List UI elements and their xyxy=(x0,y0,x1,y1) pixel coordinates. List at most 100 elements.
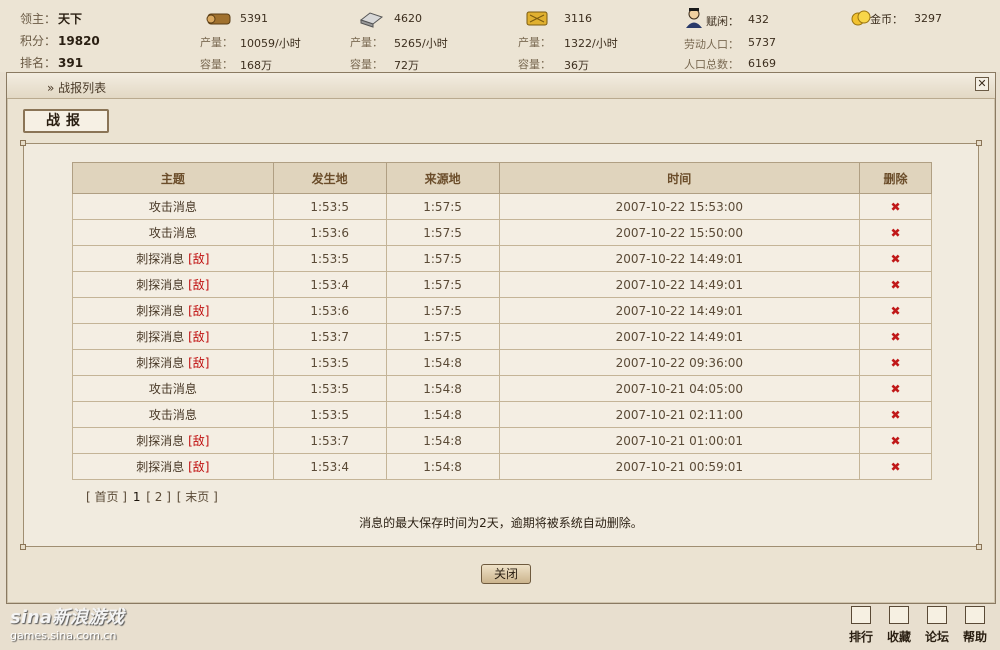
delete-icon[interactable]: ✖ xyxy=(891,408,901,422)
favorites-button[interactable]: 收藏 xyxy=(884,606,914,645)
folder-icon xyxy=(889,606,909,624)
source-cell: 1:54:8 xyxy=(385,401,500,428)
report-table: 主题 发生地 来源地 时间 删除 攻击消息 1:53:5 1:57:5 2007-1… xyxy=(72,162,932,480)
delete-cell[interactable]: ✖ xyxy=(859,375,932,402)
subject-cell[interactable]: 刺探消息 [敌] xyxy=(72,245,274,272)
source-cell: 1:54:8 xyxy=(385,375,500,402)
subject-link[interactable]: 刺探消息 xyxy=(136,460,184,474)
rank-label: 排名： xyxy=(20,56,57,70)
delete-cell[interactable]: ✖ xyxy=(859,453,932,480)
delete-cell[interactable]: ✖ xyxy=(859,245,932,272)
delete-icon[interactable]: ✖ xyxy=(891,382,901,396)
place-cell: 1:53:6 xyxy=(272,297,387,324)
subject-cell[interactable]: 刺探消息 [敌] xyxy=(72,349,274,376)
delete-cell[interactable]: ✖ xyxy=(859,219,932,246)
source-cell: 1:54:8 xyxy=(385,349,500,376)
ranking-button[interactable]: 排行 xyxy=(846,606,876,645)
breadcrumb: » 战报列表 xyxy=(47,81,107,95)
delete-cell[interactable]: ✖ xyxy=(859,297,932,324)
delete-icon[interactable]: ✖ xyxy=(891,356,901,370)
iron-amount: 4620 xyxy=(394,12,422,25)
subject-link[interactable]: 刺探消息 xyxy=(136,356,184,370)
delete-icon[interactable]: ✖ xyxy=(891,226,901,240)
forum-icon xyxy=(927,606,947,624)
table-row: 刺探消息 [敌] 1:53:7 1:54:8 2007-10-21 01:00:01 ✖ xyxy=(72,427,932,454)
idle-value: 432 xyxy=(748,13,769,26)
delete-cell[interactable]: ✖ xyxy=(859,401,932,428)
retention-notice: 消息的最大保存时间为2天，逾期将被系统自动删除。 xyxy=(359,516,643,530)
time-cell: 2007-10-22 15:53:00 xyxy=(498,193,861,220)
delete-icon[interactable]: ✖ xyxy=(891,434,901,448)
subject-cell[interactable]: 刺探消息 [敌] xyxy=(72,453,274,480)
enemy-tag: [敌] xyxy=(188,304,210,318)
iron-prod: 5265/小时 xyxy=(394,37,448,50)
last-page-link[interactable]: [ 末页 ] xyxy=(177,490,218,504)
delete-cell[interactable]: ✖ xyxy=(859,349,932,376)
source-cell: 1:57:5 xyxy=(385,219,500,246)
subject-cell[interactable]: 攻击消息 xyxy=(72,375,274,402)
total-pop-label: 人口总数： xyxy=(684,58,739,71)
delete-icon[interactable]: ✖ xyxy=(891,278,901,292)
first-page-link[interactable]: [ 首页 ] xyxy=(86,490,127,504)
column-header-source: 来源地 xyxy=(385,162,500,194)
close-icon[interactable]: ✕ xyxy=(975,77,989,91)
subject-cell[interactable]: 攻击消息 xyxy=(72,401,274,428)
subject-cell[interactable]: 攻击消息 xyxy=(72,193,274,220)
help-button[interactable]: 帮助 xyxy=(960,606,990,645)
table-row: 攻击消息 1:53:5 1:54:8 2007-10-21 04:05:00 ✖ xyxy=(72,375,932,402)
subject-link[interactable]: 刺探消息 xyxy=(136,434,184,448)
delete-icon[interactable]: ✖ xyxy=(891,304,901,318)
site-watermark: sina新浪游戏 games.sina.com.cn xyxy=(10,603,124,642)
grain-amount: 3116 xyxy=(564,12,592,25)
subject-cell[interactable]: 攻击消息 xyxy=(72,219,274,246)
subject-cell[interactable]: 刺探消息 [敌] xyxy=(72,427,274,454)
subject-link[interactable]: 刺探消息 xyxy=(136,330,184,344)
delete-icon[interactable]: ✖ xyxy=(891,200,901,214)
source-cell: 1:57:5 xyxy=(385,271,500,298)
subject-link[interactable]: 攻击消息 xyxy=(149,200,197,214)
time-cell: 2007-10-22 14:49:01 xyxy=(498,323,861,350)
table-row: 刺探消息 [敌] 1:53:5 1:57:5 2007-10-22 14:49:01 ✖ xyxy=(72,245,932,272)
subject-cell[interactable]: 刺探消息 [敌] xyxy=(72,297,274,324)
subject-cell[interactable]: 刺探消息 [敌] xyxy=(72,323,274,350)
time-cell: 2007-10-21 02:11:00 xyxy=(498,401,861,428)
subject-cell[interactable]: 刺探消息 [敌] xyxy=(72,271,274,298)
time-cell: 2007-10-21 01:00:01 xyxy=(498,427,861,454)
forum-label: 论坛 xyxy=(924,630,949,644)
watermark-brand: sina新浪游戏 xyxy=(10,607,124,628)
close-button[interactable]: 关闭 xyxy=(481,564,531,584)
enemy-tag: [敌] xyxy=(188,330,210,344)
delete-cell[interactable]: ✖ xyxy=(859,427,932,454)
delete-cell[interactable]: ✖ xyxy=(859,323,932,350)
delete-cell[interactable]: ✖ xyxy=(859,271,932,298)
watermark-url: games.sina.com.cn xyxy=(10,629,117,642)
pagination: [ 首页 ] 1 [ 2 ] [ 末页 ] xyxy=(86,488,220,505)
delete-icon[interactable]: ✖ xyxy=(891,330,901,344)
delete-icon[interactable]: ✖ xyxy=(891,252,901,266)
delete-icon[interactable]: ✖ xyxy=(891,460,901,474)
subject-link[interactable]: 攻击消息 xyxy=(149,226,197,240)
table-row: 刺探消息 [敌] 1:53:7 1:57:5 2007-10-22 14:49:01 ✖ xyxy=(72,323,932,350)
favorites-label: 收藏 xyxy=(886,630,911,644)
iron-cap: 72万 xyxy=(394,59,419,72)
place-cell: 1:53:6 xyxy=(272,219,387,246)
grain-prod-label: 产量： xyxy=(518,36,551,49)
idle-label: 赋闲： xyxy=(706,15,739,28)
forum-button[interactable]: 论坛 xyxy=(922,606,952,645)
table-row: 刺探消息 [敌] 1:53:5 1:54:8 2007-10-22 09:36:00 ✖ xyxy=(72,349,932,376)
wood-cap: 168万 xyxy=(240,59,272,72)
footer-nav: 排行 收藏 论坛 帮助 xyxy=(846,606,990,645)
grain-cap-label: 容量： xyxy=(518,58,551,71)
subject-link[interactable]: 刺探消息 xyxy=(136,304,184,318)
delete-cell[interactable]: ✖ xyxy=(859,193,932,220)
subject-link[interactable]: 攻击消息 xyxy=(149,382,197,396)
page-2-link[interactable]: [ 2 ] xyxy=(146,490,171,504)
total-pop-value: 6169 xyxy=(748,57,776,70)
table-row: 攻击消息 1:53:6 1:57:5 2007-10-22 15:50:00 ✖ xyxy=(72,219,932,246)
gold-coin-icon xyxy=(851,10,871,26)
subject-link[interactable]: 刺探消息 xyxy=(136,278,184,292)
table-row: 刺探消息 [敌] 1:53:4 1:57:5 2007-10-22 14:49:01 ✖ xyxy=(72,271,932,298)
enemy-tag: [敌] xyxy=(188,356,210,370)
subject-link[interactable]: 刺探消息 xyxy=(136,252,184,266)
subject-link[interactable]: 攻击消息 xyxy=(149,408,197,422)
